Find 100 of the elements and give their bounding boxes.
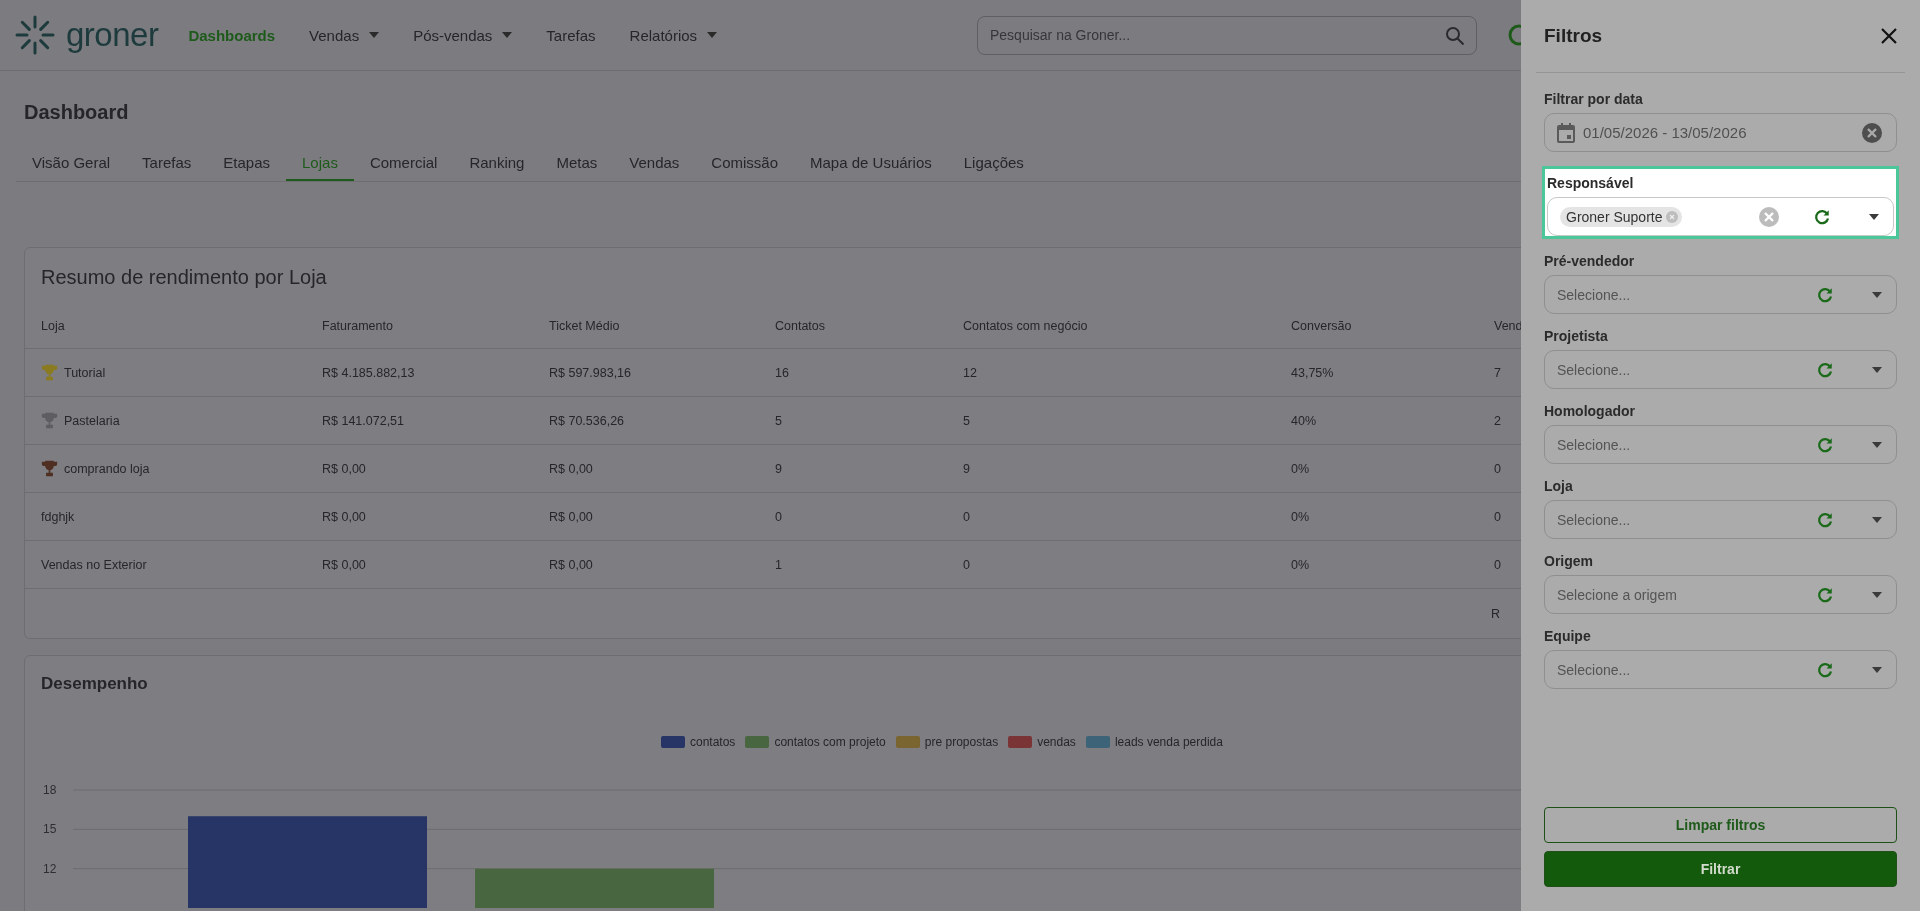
column-header: Contatos com negócio xyxy=(963,318,1088,333)
nav-link[interactable]: Vendas xyxy=(309,26,380,44)
column-header: Faturamento xyxy=(322,318,393,333)
remove-icon[interactable] xyxy=(1665,210,1678,223)
refresh-icon[interactable] xyxy=(1813,207,1831,226)
column-header: Ticket Médio xyxy=(549,318,620,333)
drawer-title: Filtros xyxy=(1544,25,1603,47)
pagination-text: R xyxy=(1491,606,1501,621)
table-cell: 0% xyxy=(1291,461,1310,476)
calendar-icon xyxy=(1557,122,1575,143)
tab[interactable]: Metas xyxy=(540,148,614,181)
table-cell: R$ 0,00 xyxy=(322,509,366,524)
filter-label: Origem xyxy=(1544,553,1594,569)
tab[interactable]: Lojas xyxy=(286,148,354,181)
filter-label: Projetista xyxy=(1544,328,1609,344)
table-cell: 12 xyxy=(963,365,977,380)
table-cell: 5 xyxy=(963,413,970,428)
close-button[interactable] xyxy=(1881,28,1897,44)
select-field[interactable]: Selecione... xyxy=(1544,650,1897,689)
legend-swatch xyxy=(1085,736,1110,748)
nav-link[interactable]: Tarefas xyxy=(546,26,596,44)
legend-label: pre propostas xyxy=(924,735,999,749)
select-field[interactable]: Selecione... xyxy=(1544,425,1897,464)
dropdown-caret-icon xyxy=(1872,366,1882,373)
dropdown-caret-icon xyxy=(1872,591,1882,598)
axis-tick-label: 18 xyxy=(43,783,57,797)
selected-chip[interactable]: Groner Suporte xyxy=(1560,206,1682,227)
select-field[interactable]: Selecione... xyxy=(1544,350,1897,389)
clear-icon[interactable] xyxy=(1862,122,1882,143)
select-field[interactable]: Selecione a origem xyxy=(1544,575,1897,614)
dropdown-caret-icon xyxy=(1869,213,1879,220)
table-cell: 40% xyxy=(1291,413,1317,428)
select-field[interactable]: Groner Suporte xyxy=(1547,197,1894,236)
refresh-icon[interactable] xyxy=(1816,360,1834,379)
dropdown-caret-icon xyxy=(1872,516,1882,523)
tab[interactable]: Ligações xyxy=(947,148,1040,181)
filter-button[interactable]: Filtrar xyxy=(1544,851,1897,887)
table-cell: 1 xyxy=(775,557,782,572)
filter-label: Filtrar por data xyxy=(1544,91,1644,107)
tab[interactable]: Comissão xyxy=(695,148,795,181)
legend-label: contatos xyxy=(690,735,736,749)
date-range-field[interactable]: 01/05/2026 - 13/05/2026 xyxy=(1544,113,1897,152)
clear-filters-button[interactable]: Limpar filtros xyxy=(1544,807,1897,843)
table-cell: 0 xyxy=(1494,461,1501,476)
tab[interactable]: Visão Geral xyxy=(16,148,127,181)
refresh-icon[interactable] xyxy=(1816,585,1834,604)
dropdown-caret-icon xyxy=(1872,441,1882,448)
table-cell: R$ 4.185.882,13 xyxy=(322,365,415,380)
card-title: Desempenho xyxy=(40,673,149,694)
table-cell: 9 xyxy=(963,461,970,476)
filter-label: Responsável xyxy=(1547,175,1635,191)
dropdown-caret-icon xyxy=(1872,666,1882,673)
page-title: Dashboard xyxy=(24,101,129,124)
table-cell: Tutorial xyxy=(64,365,106,380)
table-cell: 0 xyxy=(963,557,970,572)
tab[interactable]: Comercial xyxy=(353,148,454,181)
table-cell: Vendas no Exterior xyxy=(41,557,147,572)
axis-tick-label: 15 xyxy=(43,822,57,837)
legend-label: contatos com projeto xyxy=(774,735,886,749)
filter-label: Pré-vendedor xyxy=(1544,253,1636,269)
column-header: Loja xyxy=(41,318,65,333)
column-header: Contatos xyxy=(775,318,826,333)
table-cell: R$ 70.536,26 xyxy=(549,413,625,428)
table-cell: R$ 0,00 xyxy=(322,461,366,476)
filter-label: Equipe xyxy=(1544,628,1592,644)
select-field[interactable]: Selecione... xyxy=(1544,275,1897,314)
tab[interactable]: Tarefas xyxy=(126,148,208,181)
table-cell: R$ 0,00 xyxy=(549,557,593,572)
table-cell: R$ 0,00 xyxy=(322,557,366,572)
table-cell: 0% xyxy=(1291,509,1310,524)
search-icon[interactable] xyxy=(1445,25,1465,46)
table-cell: fdghjk xyxy=(41,509,75,524)
clear-icon[interactable] xyxy=(1759,206,1779,227)
refresh-icon[interactable] xyxy=(1816,660,1834,679)
card-title: Resumo de rendimento por Loja xyxy=(40,265,328,289)
refresh-icon[interactable] xyxy=(1816,435,1834,454)
table-cell: 16 xyxy=(775,365,789,380)
table-cell: 9 xyxy=(775,461,782,476)
filter-label: Loja xyxy=(1544,478,1574,494)
nav-link[interactable]: Pós-vendas xyxy=(413,26,513,44)
nav-link[interactable]: Relatórios xyxy=(629,26,718,44)
legend-label: leads venda perdida xyxy=(1114,735,1223,749)
table-cell: comprando loja xyxy=(64,461,150,476)
logo-text: groner xyxy=(66,16,159,54)
legend-swatch xyxy=(895,736,920,748)
nav-link[interactable]: Dashboards xyxy=(188,26,276,44)
legend-swatch xyxy=(1008,736,1033,748)
refresh-icon[interactable] xyxy=(1816,510,1834,529)
tab[interactable]: Mapa de Usuários xyxy=(794,148,948,181)
table-cell: 0 xyxy=(1494,557,1501,572)
table-cell: 0% xyxy=(1291,557,1310,572)
table-cell: R$ 0,00 xyxy=(549,509,593,524)
search-field[interactable]: Pesquisar na Groner... xyxy=(977,15,1477,55)
tab[interactable]: Etapas xyxy=(207,148,286,181)
dropdown-caret-icon xyxy=(1872,291,1882,298)
refresh-icon[interactable] xyxy=(1816,285,1834,304)
table-cell: 43,75% xyxy=(1291,365,1334,380)
tab[interactable]: Ranking xyxy=(453,148,541,181)
tab[interactable]: Vendas xyxy=(613,148,696,181)
select-field[interactable]: Selecione... xyxy=(1544,500,1897,539)
